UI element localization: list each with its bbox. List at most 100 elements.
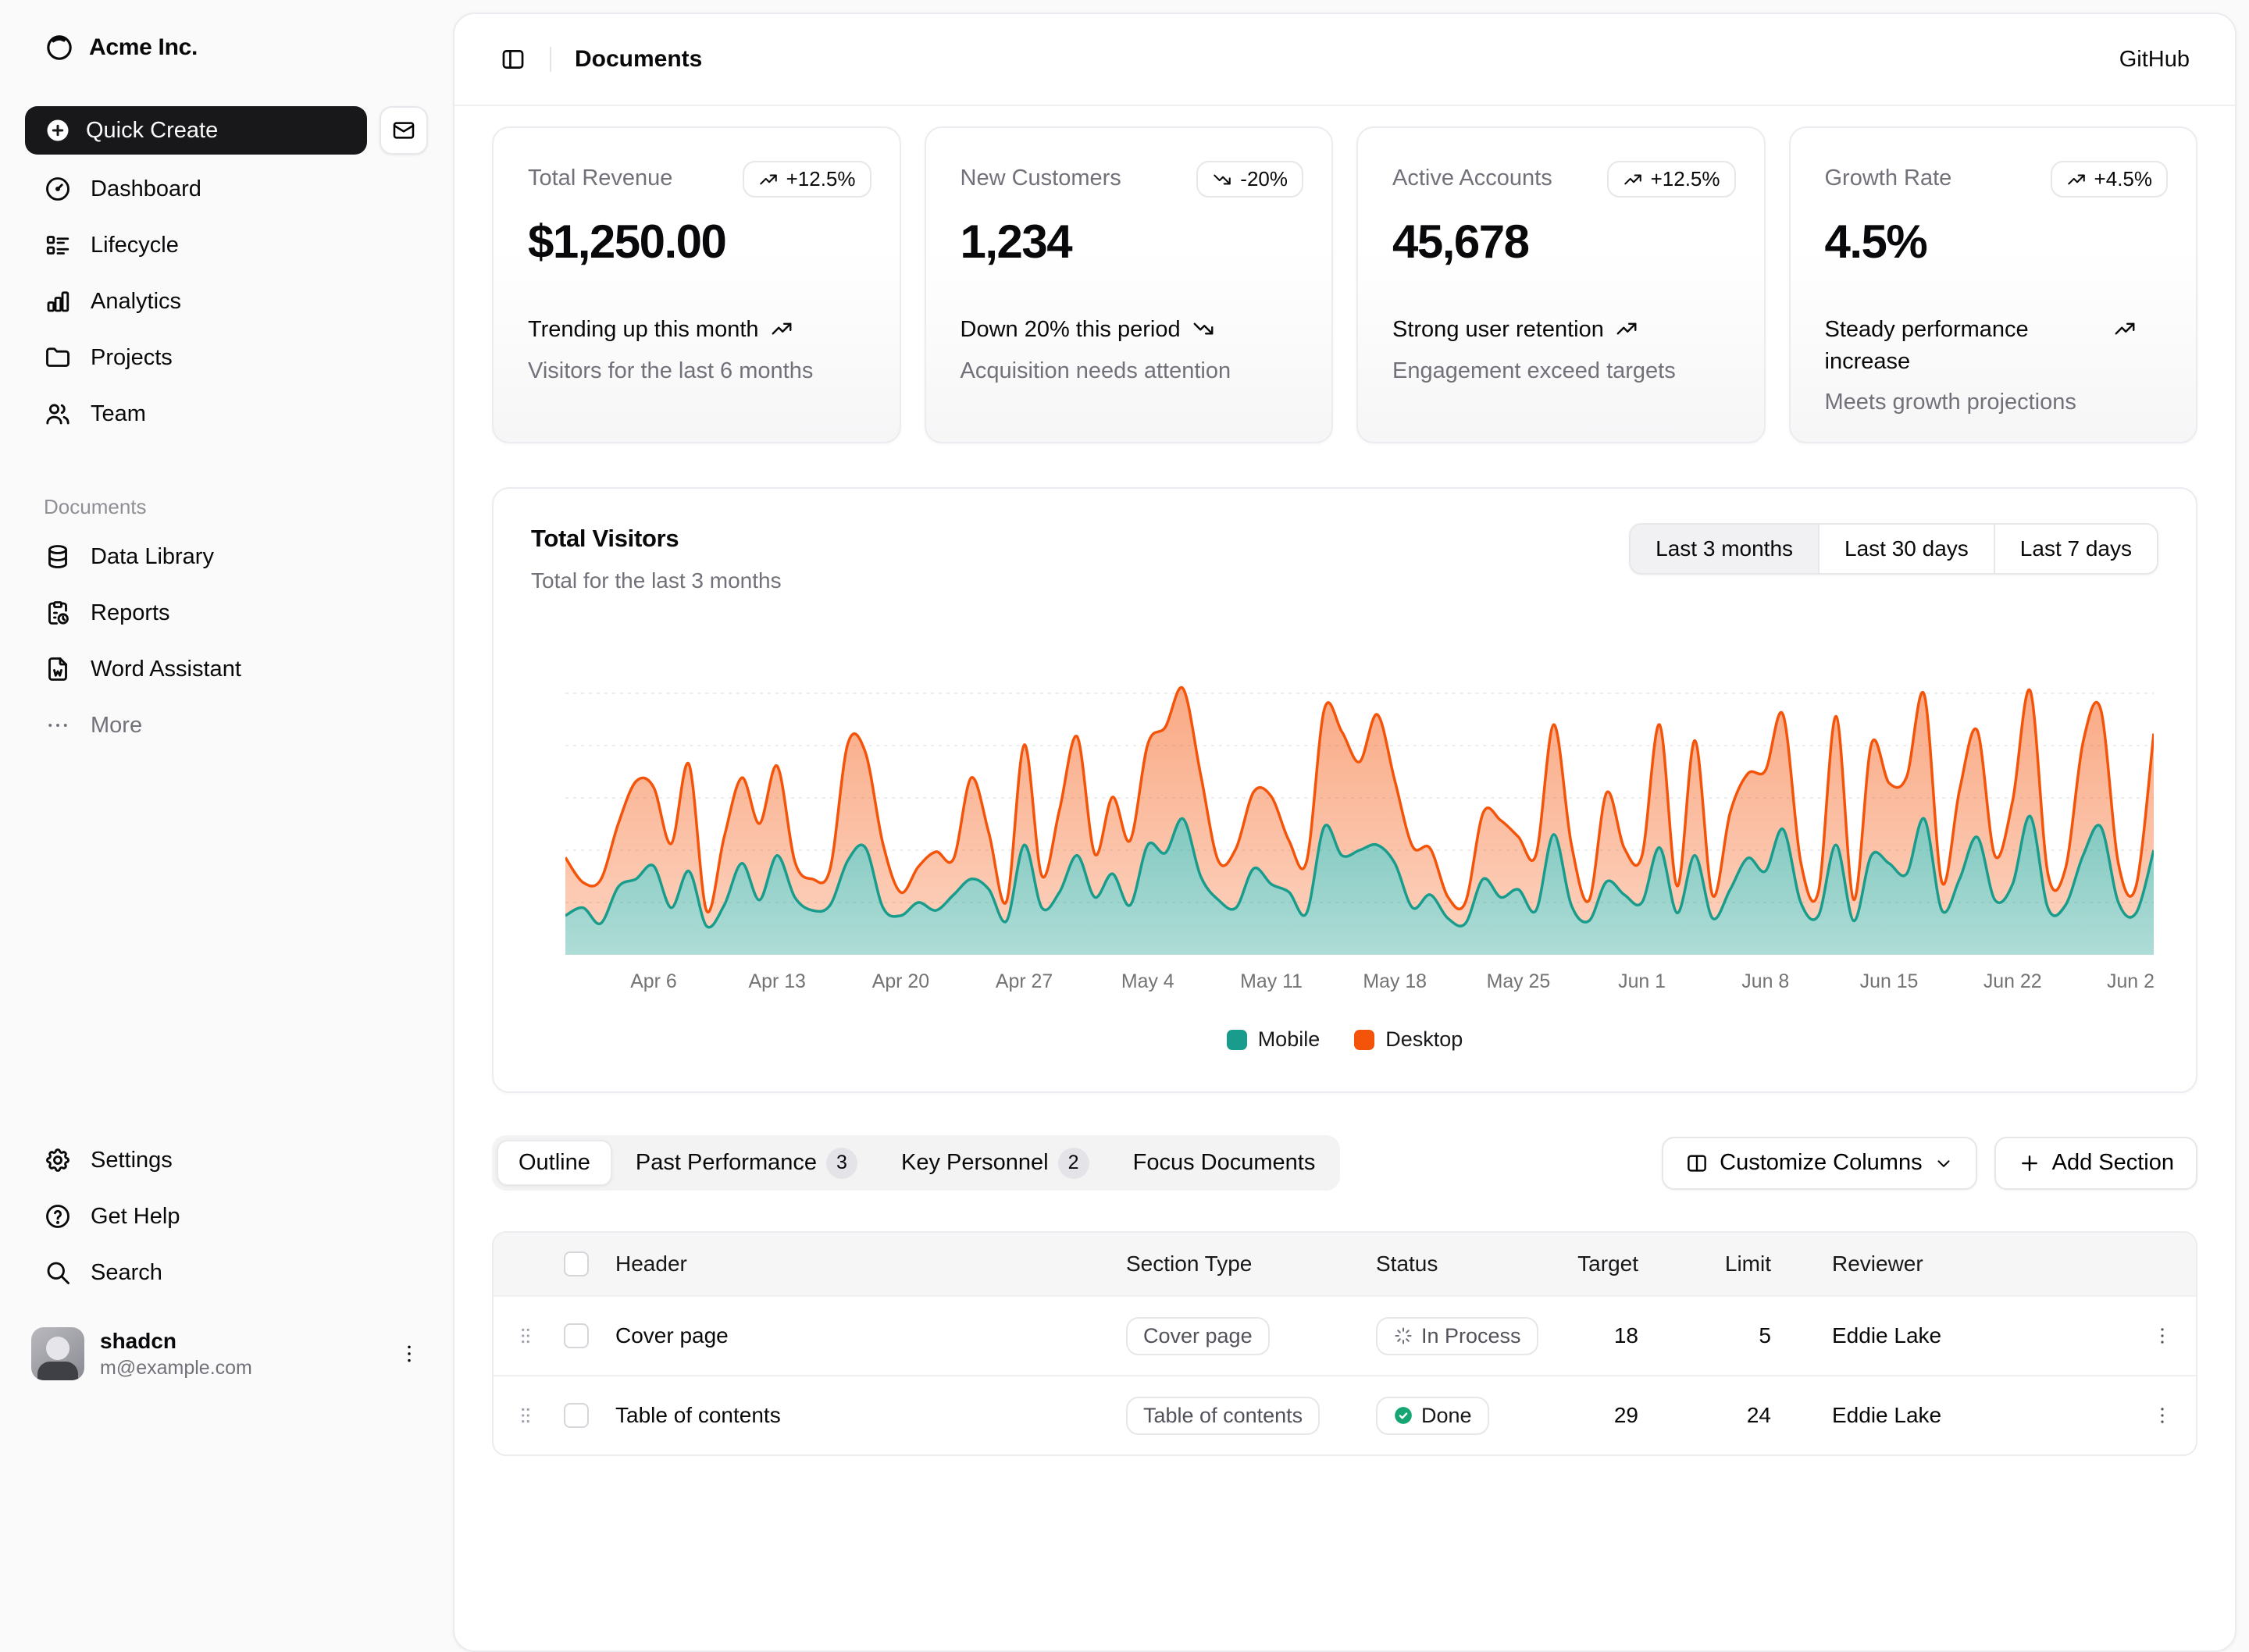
main-panel: Documents GitHub Total Revenue+12.5%$1,2… [453,12,2237,1652]
row-reviewer-cell: Eddie Lake [1793,1403,2129,1428]
stat-card-2: New Customers-20%1,234Down 20% this peri… [925,126,1334,443]
sidebar-item-reports[interactable]: Reports [25,588,428,638]
sidebar-toggle-icon[interactable] [500,46,526,73]
trend-up-icon [2113,314,2137,340]
sidebar-item-get-help[interactable]: Get Help [25,1191,428,1241]
trend-up-icon [758,169,779,190]
user-avatar [31,1327,84,1380]
add-section-button[interactable]: Add Section [1994,1137,2197,1190]
row-checkbox[interactable] [564,1403,589,1428]
user-name: shadcn [100,1329,252,1354]
row-menu-button[interactable] [2143,1316,2182,1355]
tab-outline[interactable]: Outline [497,1140,612,1186]
row-actions-cell [2129,1316,2196,1355]
row-checkbox[interactable] [564,1323,589,1348]
table-header-row: HeaderSection TypeStatusTargetLimitRevie… [494,1233,2196,1295]
sidebar-item-data-library[interactable]: Data Library [25,532,428,582]
brand-logo-icon [44,32,75,63]
page-title: Documents [575,46,702,73]
user-email: m@example.com [100,1357,252,1380]
sidebar-item-projects[interactable]: Projects [25,333,428,383]
search-icon [44,1259,72,1287]
chart-bar-icon [44,287,72,315]
sidebar-item-label: Analytics [91,289,181,315]
settings-icon [44,1146,72,1174]
trend-up-icon [770,314,793,340]
tab-focus-documents[interactable]: Focus Documents [1113,1140,1336,1186]
row-checkbox-cell [558,1403,609,1428]
trend-down-icon [1212,169,1232,190]
column-header-section-type: Section Type [1120,1251,1370,1276]
github-link[interactable]: GitHub [2119,47,2190,73]
sidebar-item-label: Dashboard [91,176,201,202]
column-header-limit: Limit [1660,1251,1793,1276]
status-label: Done [1421,1404,1472,1428]
sidebar-item-label: Get Help [91,1204,180,1230]
help-icon [44,1202,72,1230]
trend-up-icon [1615,314,1638,340]
sidebar-item-label: Data Library [91,544,214,570]
drag-handle-icon[interactable] [515,1325,536,1347]
table-toolbar: OutlinePast Performance3Key Personnel2Fo… [492,1135,2197,1191]
sidebar-section-label: Documents [25,495,428,519]
status-badge: Done [1376,1397,1489,1435]
trend-badge: -20% [1196,161,1303,198]
stat-card-1: Total Revenue+12.5%$1,250.00Trending up … [492,126,901,443]
tab-key-personnel[interactable]: Key Personnel2 [881,1140,1110,1186]
stat-card-caption: Acquisition needs attention [961,358,1273,384]
sidebar-nav: Dashboard Lifecycle Analytics Projects Team [25,164,428,445]
circle-check-icon [1393,1405,1413,1426]
legend-item-mobile[interactable]: Mobile [1227,1027,1321,1052]
legend-label: Mobile [1258,1027,1321,1052]
sidebar-item-label: Search [91,1260,162,1286]
sidebar-item-analytics[interactable]: Analytics [25,276,428,326]
trend-badge-value: +12.5% [1651,167,1720,191]
column-header-target: Target [1582,1251,1660,1276]
stat-card-summary-text: Strong user retention [1392,314,1604,346]
svg-text:Jun 1: Jun 1 [1618,970,1666,992]
svg-text:Apr 13: Apr 13 [749,970,806,992]
tab-past-performance[interactable]: Past Performance3 [615,1140,878,1186]
drag-handle-icon[interactable] [515,1405,536,1426]
inbox-button[interactable] [380,106,428,155]
user-options-icon[interactable] [397,1341,422,1366]
range-last-3-months[interactable]: Last 3 months [1631,525,1820,573]
section-type-badge: Table of contents [1126,1397,1320,1435]
stat-card-summary-text: Trending up this month [528,314,759,346]
sidebar-item-word-assistant[interactable]: Word Assistant [25,644,428,694]
report-icon [44,599,72,627]
drag-cell [494,1325,558,1347]
stat-card-top: Total Revenue+12.5% [528,161,871,198]
sidebar-item-search[interactable]: Search [25,1248,428,1298]
sidebar-item-label: Settings [91,1148,173,1173]
select-all-checkbox[interactable] [564,1251,589,1276]
database-icon [44,543,72,571]
sidebar-item-lifecycle[interactable]: Lifecycle [25,220,428,270]
sidebar-item-settings[interactable]: Settings [25,1135,428,1185]
stat-card-footer: Trending up this monthVisitors for the l… [528,314,871,384]
brand-row[interactable]: Acme Inc. [25,22,428,73]
range-last-30-days[interactable]: Last 30 days [1820,525,1995,573]
user-menu[interactable]: shadcn m@example.com [25,1326,428,1382]
range-last-7-days[interactable]: Last 7 days [1995,525,2157,573]
row-limit-cell: 24 [1660,1403,1793,1428]
svg-text:Jun 29: Jun 29 [2107,970,2154,992]
quick-create-button[interactable]: Quick Create [25,106,367,155]
trend-badge-value: -20% [1240,167,1288,191]
trend-badge: +12.5% [743,161,871,198]
loader-icon [1393,1326,1413,1346]
area-chart-svg: Apr 6Apr 13Apr 20Apr 27May 4May 11May 18… [565,684,2154,994]
customize-columns-button[interactable]: Customize Columns [1662,1137,1976,1190]
stat-card-footer: Down 20% this periodAcquisition needs at… [961,314,1304,384]
row-menu-button[interactable] [2143,1396,2182,1435]
trend-badge: +4.5% [2051,161,2168,198]
sidebar-item-team[interactable]: Team [25,389,428,439]
stat-card-summary: Strong user retention [1392,314,1705,346]
legend-item-desktop[interactable]: Desktop [1354,1027,1463,1052]
sidebar-item-dashboard[interactable]: Dashboard [25,164,428,214]
customize-columns-label: Customize Columns [1720,1150,1922,1176]
svg-text:Apr 6: Apr 6 [630,970,676,992]
sidebar-item-more[interactable]: More [25,700,428,750]
row-actions-cell [2129,1396,2196,1435]
chart-subtitle: Total for the last 3 months [531,568,782,593]
